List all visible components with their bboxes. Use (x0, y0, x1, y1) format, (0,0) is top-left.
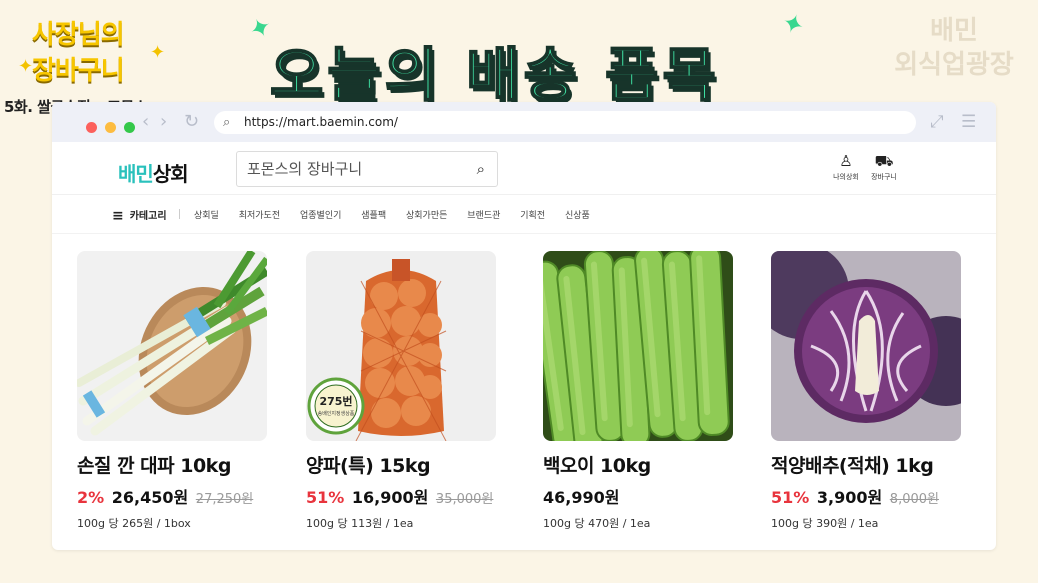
sale-price: 3,900원 (816, 488, 883, 507)
product-name: 양파(특) 15kg (306, 455, 431, 477)
original-price: 27,250원 (195, 492, 254, 507)
unit-price: 100g 당 390원 / 1ea (771, 517, 879, 530)
maximize-window-button[interactable] (124, 122, 136, 133)
sparkle-icon: ✦ (150, 42, 166, 63)
product-card[interactable]: 적양배추(적채) 1kg 51% 3,900원 8,000원 100g 당 39… (771, 251, 963, 531)
show-logo-line1: 사장님의 (32, 20, 125, 50)
category-menu-button[interactable]: ≡ 카테고리 (112, 207, 167, 224)
sale-price: 26,450원 (111, 488, 189, 507)
nav-divider (179, 209, 180, 219)
product-price-line: 51% 16,900원 35,000원 (306, 484, 498, 508)
nav-item[interactable]: 기획전 (520, 211, 545, 221)
green-onion-image (77, 251, 267, 441)
cart-button[interactable]: ⛟ 장바구니 (862, 152, 906, 182)
product-image[interactable]: 275번 송배인지정생상품 (306, 251, 496, 441)
search-query: 포몬스의 장바구니 (247, 160, 363, 178)
browser-window: ‹ › ↻ ⌕ https://mart.baemin.com/ ⤢ ☰ 배민상… (52, 102, 996, 550)
product-card[interactable]: 275번 송배인지정생상품 양파(특) 15kg 51% 16,900원 35,… (306, 251, 498, 531)
sale-price: 46,990원 (543, 488, 620, 507)
nav-item[interactable]: 상회가만든 (406, 211, 447, 221)
menu-icon[interactable]: ☰ (961, 112, 976, 132)
product-price-line: 2% 26,450원 27,250원 (77, 484, 269, 508)
category-menu-label: 카테고리 (129, 211, 167, 222)
forward-icon[interactable]: › (160, 111, 167, 132)
address-bar[interactable]: ⌕ https://mart.baemin.com/ (214, 111, 916, 134)
unit-price: 100g 당 113원 / 1ea (306, 517, 414, 530)
product-card[interactable]: 백오이 10kg 46,990원 100g 당 470원 / 1ea (543, 251, 735, 531)
product-name: 적양배추(적채) 1kg (771, 455, 934, 477)
product-card[interactable]: 손질 깐 대파 10kg 2% 26,450원 27,250원 100g 당 2… (77, 251, 269, 531)
back-icon[interactable]: ‹ (142, 111, 149, 132)
nav-item[interactable]: 업종별인기 (300, 211, 341, 221)
nav-item[interactable]: 샘플팩 (361, 211, 386, 221)
product-name: 백오이 10kg (543, 455, 651, 477)
sparkle-icon: ✦ (777, 7, 809, 43)
window-controls (86, 118, 138, 137)
watermark-line1: 배민 (930, 16, 978, 46)
discount-rate: 51% (306, 488, 345, 507)
site-header: 배민상회 포몬스의 장바구니 ⌕ ♙ 나의상회 ⛟ 장바구니 (52, 142, 996, 194)
sale-price: 16,900원 (351, 488, 429, 507)
nav-item[interactable]: 브랜드관 (467, 211, 500, 221)
show-logo: 사장님의 장바구니 ✦ ✦ (18, 8, 168, 88)
unit-price: 100g 당 470원 / 1ea (543, 517, 651, 530)
cart-label: 장바구니 (871, 173, 897, 181)
nav-item[interactable]: 신상품 (565, 211, 590, 221)
search-icon[interactable]: ⌕ (477, 152, 485, 186)
url-text: https://mart.baemin.com/ (244, 115, 398, 129)
nav-item[interactable]: 상회딜 (194, 211, 219, 221)
hamburger-icon: ≡ (112, 208, 124, 224)
show-logo-line2: 장바구니 (32, 56, 125, 86)
watermark-line2: 외식업광장 (894, 50, 1014, 80)
search-icon: ⌕ (223, 115, 231, 130)
badge-number: 275번 (319, 394, 352, 408)
refresh-icon[interactable]: ↻ (184, 111, 199, 132)
expand-icon[interactable]: ⤢ (930, 112, 944, 132)
minimize-window-button[interactable] (105, 122, 117, 133)
product-price-line: 46,990원 (543, 484, 735, 508)
site-search-input[interactable]: 포몬스의 장바구니 ⌕ (236, 151, 498, 187)
cucumber-image (543, 251, 733, 441)
badge-caption: 송배인지정생상품 (318, 410, 355, 417)
discount-rate: 51% (771, 488, 810, 507)
original-price: 8,000원 (889, 492, 939, 507)
original-price: 35,000원 (435, 492, 494, 507)
nav-item[interactable]: 최저가도전 (239, 211, 280, 221)
product-price-line: 51% 3,900원 8,000원 (771, 484, 963, 508)
product-image[interactable] (771, 251, 961, 441)
category-list: 상회딜 최저가도전 업종별인기 샘플팩 상회가만든 브랜드관 기획전 신상품 (194, 208, 607, 221)
product-image[interactable] (543, 251, 733, 441)
product-image[interactable] (77, 251, 267, 441)
sparkle-icon: ✦ (18, 56, 34, 77)
site-logo-part2: 상회 (152, 162, 189, 186)
close-window-button[interactable] (86, 122, 97, 133)
site-logo[interactable]: 배민상회 (118, 158, 189, 187)
category-nav: ≡ 카테고리 상회딜 최저가도전 업종별인기 샘플팩 상회가만든 브랜드관 기획전… (52, 194, 996, 234)
product-name: 손질 깐 대파 10kg (77, 455, 231, 477)
red-cabbage-image (771, 251, 961, 441)
site-logo-part1: 배민 (118, 162, 154, 186)
unit-price: 100g 당 265원 / 1box (77, 517, 191, 530)
discount-rate: 2% (77, 488, 105, 507)
channel-watermark: 배민 외식업광장 (884, 14, 1024, 82)
onion-image: 275번 송배인지정생상품 (306, 251, 496, 441)
browser-toolbar: ‹ › ↻ ⌕ https://mart.baemin.com/ ⤢ ☰ (52, 102, 996, 142)
cart-icon: ⛟ (874, 152, 894, 170)
page-title: 오늘의 배송 품목 (269, 40, 720, 110)
